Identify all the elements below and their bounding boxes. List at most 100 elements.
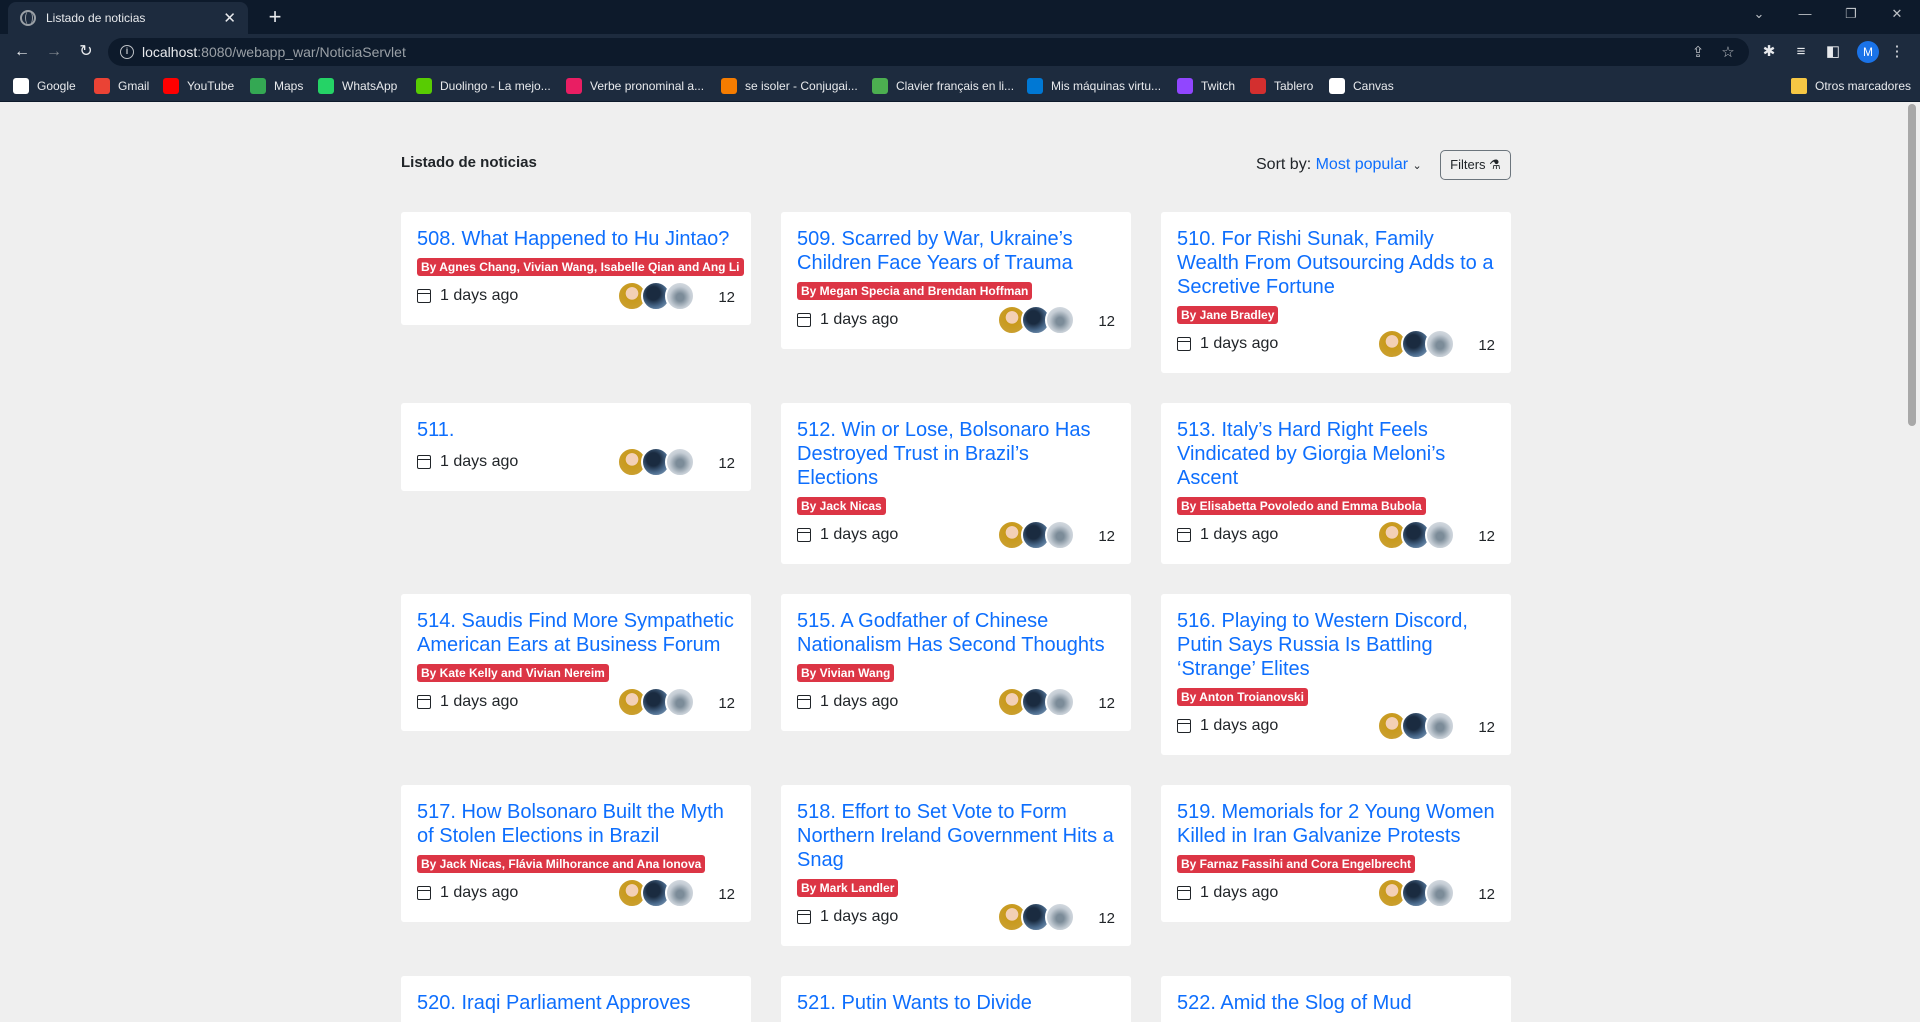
- news-title-link[interactable]: 511.: [417, 418, 735, 442]
- news-title-link[interactable]: 510. For Rishi Sunak, Family Wealth From…: [1177, 227, 1495, 299]
- sort-control[interactable]: Sort by: Most popular ⌄: [1256, 156, 1422, 174]
- bookmark-item[interactable]: Tablero: [1250, 77, 1313, 95]
- page-content: Listado de noticias Sort by: Most popula…: [0, 102, 1920, 1022]
- news-title-link[interactable]: 520. Iraqi Parliament Approves: [417, 991, 735, 1015]
- address-bar[interactable]: i localhost:8080/webapp_war/NoticiaServl…: [108, 38, 1749, 66]
- extensions-icon[interactable]: ✱: [1759, 42, 1779, 62]
- bookmark-item[interactable]: Canvas: [1329, 77, 1394, 95]
- news-card: 516. Playing to Western Discord, Putin S…: [1161, 594, 1511, 755]
- minimize-button[interactable]: —: [1782, 0, 1828, 34]
- reader-avatars[interactable]: [997, 902, 1075, 932]
- reader-avatars[interactable]: [617, 281, 695, 311]
- date-info: 1 days ago: [797, 526, 898, 544]
- news-card: 519. Memorials for 2 Young Women Killed …: [1161, 785, 1511, 922]
- bookmark-label: Mis máquinas virtu...: [1051, 79, 1162, 93]
- date-text: 1 days ago: [440, 884, 519, 901]
- bookmark-item[interactable]: Duolingo - La mejo...: [416, 77, 551, 95]
- bookmark-item[interactable]: Verbe pronominal a...: [566, 77, 704, 95]
- reader-count: 12: [718, 695, 735, 712]
- bookmark-item[interactable]: Twitch: [1177, 77, 1235, 95]
- reader-avatars[interactable]: [997, 520, 1075, 550]
- tab-search-icon[interactable]: ⌄: [1736, 0, 1782, 34]
- scrollbar[interactable]: [1904, 102, 1920, 1022]
- reader-avatars[interactable]: [1377, 329, 1455, 359]
- close-tab-icon[interactable]: ✕: [223, 9, 236, 27]
- date-info: 1 days ago: [417, 453, 518, 471]
- bookmark-item[interactable]: YouTube: [163, 77, 234, 95]
- reader-avatars[interactable]: [617, 447, 695, 477]
- restore-button[interactable]: ❐: [1828, 0, 1874, 34]
- news-card: 508. What Happened to Hu Jintao? By Agnes…: [401, 212, 751, 325]
- calendar-icon: [417, 455, 431, 469]
- scrollbar-thumb[interactable]: [1908, 104, 1916, 426]
- reader-avatars[interactable]: [617, 687, 695, 717]
- news-title-link[interactable]: 521. Putin Wants to Divide: [797, 991, 1115, 1015]
- news-title-link[interactable]: 515. A Godfather of Chinese Nationalism …: [797, 609, 1115, 657]
- reader-avatars[interactable]: [997, 687, 1075, 717]
- chevron-down-icon[interactable]: ⌄: [1413, 160, 1422, 172]
- new-tab-button[interactable]: +: [262, 4, 288, 30]
- date-info: 1 days ago: [1177, 717, 1278, 735]
- site-info-icon[interactable]: i: [120, 45, 134, 59]
- byline-badge: By Megan Specia and Brendan Hoffman: [797, 282, 1033, 300]
- side-panel-icon[interactable]: ◧: [1823, 42, 1843, 62]
- card-meta: 1 days ago 12: [797, 305, 1115, 335]
- reader-avatars[interactable]: [1377, 878, 1455, 908]
- news-title-link[interactable]: 519. Memorials for 2 Young Women Killed …: [1177, 800, 1495, 848]
- date-info: 1 days ago: [797, 908, 898, 926]
- reader-avatars[interactable]: [997, 305, 1075, 335]
- bookmark-item[interactable]: Clavier français en li...: [872, 77, 1014, 95]
- folder-icon: [1791, 78, 1807, 94]
- menu-icon[interactable]: ⋮: [1887, 42, 1907, 62]
- news-title-link[interactable]: 516. Playing to Western Discord, Putin S…: [1177, 609, 1495, 681]
- byline-badge: By Farnaz Fassihi and Cora Engelbrecht: [1177, 855, 1416, 873]
- share-icon[interactable]: ⇪: [1689, 44, 1707, 62]
- twitch-icon: [1177, 78, 1193, 94]
- reader-avatars[interactable]: [617, 878, 695, 908]
- news-title-link[interactable]: 518. Effort to Set Vote to Form Northern…: [797, 800, 1115, 872]
- news-title-link[interactable]: 513. Italy’s Hard Right Feels Vindicated…: [1177, 418, 1495, 490]
- bookmark-star-icon[interactable]: ☆: [1719, 44, 1737, 62]
- calendar-icon: [1177, 886, 1191, 900]
- reader-count: 12: [1478, 337, 1495, 354]
- tab-title: Listado de noticias: [46, 11, 146, 25]
- reload-button[interactable]: ↻: [74, 40, 98, 64]
- reader-avatars[interactable]: [1377, 711, 1455, 741]
- page-title: Listado de noticias: [401, 154, 537, 171]
- news-title-link[interactable]: 512. Win or Lose, Bolsonaro Has Destroye…: [797, 418, 1115, 490]
- browser-tab[interactable]: Listado de noticias ✕: [8, 2, 248, 34]
- card-meta: 1 days ago 12: [417, 281, 735, 311]
- news-title-link[interactable]: 508. What Happened to Hu Jintao?: [417, 227, 735, 251]
- google-icon: [13, 78, 29, 94]
- news-card: 511. 1 days ago 12: [401, 403, 751, 491]
- card-meta: 1 days ago 12: [1177, 329, 1495, 359]
- calendar-icon: [797, 528, 811, 542]
- close-window-button[interactable]: ✕: [1874, 0, 1920, 34]
- profile-avatar[interactable]: M: [1857, 41, 1879, 63]
- filters-button[interactable]: Filters ⚗: [1440, 150, 1511, 180]
- reader-avatars[interactable]: [1377, 520, 1455, 550]
- bookmark-item[interactable]: Mis máquinas virtu...: [1027, 77, 1161, 95]
- news-title-link[interactable]: 514. Saudis Find More Sympathetic Americ…: [417, 609, 735, 657]
- other-bookmarks[interactable]: Otros marcadores: [1791, 77, 1911, 95]
- bookmark-item[interactable]: se isoler - Conjugai...: [721, 77, 858, 95]
- reading-list-icon[interactable]: ≡: [1791, 42, 1811, 62]
- bookmark-item[interactable]: WhatsApp: [318, 77, 397, 95]
- byline-badge: By Mark Landler: [797, 879, 899, 897]
- forward-button[interactable]: →: [42, 40, 66, 64]
- url-host: localhost: [142, 44, 198, 60]
- back-button[interactable]: ←: [10, 40, 34, 64]
- sort-value[interactable]: Most popular: [1316, 156, 1409, 173]
- date-text: 1 days ago: [440, 453, 519, 470]
- news-title-link[interactable]: 509. Scarred by War, Ukraine’s Children …: [797, 227, 1115, 275]
- card-meta: 1 days ago 12: [1177, 520, 1495, 550]
- calendar-icon: [1177, 528, 1191, 542]
- bookmark-item[interactable]: Maps: [250, 77, 303, 95]
- card-meta: 1 days ago 12: [1177, 711, 1495, 741]
- bookmark-item[interactable]: Gmail: [94, 77, 149, 95]
- card-meta: 1 days ago 12: [797, 687, 1115, 717]
- news-title-link[interactable]: 517. How Bolsonaro Built the Myth of Sto…: [417, 800, 735, 848]
- calendar-icon: [1177, 719, 1191, 733]
- news-title-link[interactable]: 522. Amid the Slog of Mud: [1177, 991, 1495, 1015]
- bookmark-item[interactable]: Google: [13, 77, 76, 95]
